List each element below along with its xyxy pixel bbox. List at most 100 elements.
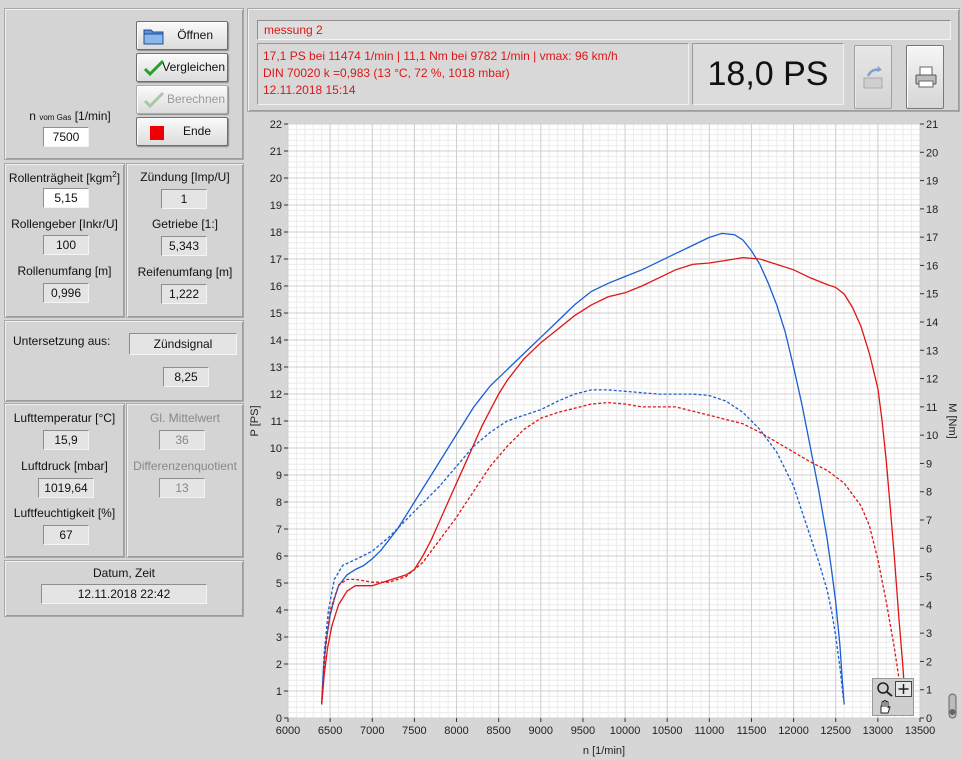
x-tick-label: 12000 <box>778 725 809 737</box>
y-tick-label: 19 <box>270 200 282 212</box>
open-button[interactable]: Öffnen <box>136 21 228 50</box>
diff-value: 13 <box>159 478 205 498</box>
dyno-chart: 6000 6500 7000 7500 8000 8500 9000 9500 10000 105… <box>246 112 962 760</box>
printer-icon <box>914 64 938 93</box>
gear-label: Getriebe [1:] <box>151 217 219 231</box>
x-tick-label: 12500 <box>820 725 851 737</box>
encoder-label: Rollengeber [Inkr/U] <box>11 217 118 231</box>
reduction-source-select[interactable]: Zündsignal <box>129 333 237 355</box>
y-tick-label: 10 <box>270 443 282 455</box>
graph-palette <box>872 678 914 716</box>
y2-tick-label: 19 <box>926 176 938 188</box>
y2-tick-label: 4 <box>926 600 932 612</box>
y2-tick-label: 7 <box>926 515 932 527</box>
y-axis-label: P [PS] <box>249 406 261 437</box>
y2-tick-label: 8 <box>926 487 932 499</box>
checkmark-icon <box>143 90 165 120</box>
y-tick-label: 0 <box>276 713 282 725</box>
power-display: 18,0 PS <box>692 43 844 105</box>
n-label: n vom Gas [1/min] <box>29 109 111 123</box>
y-tick-label: 8 <box>276 497 282 509</box>
y2-tick-label: 0 <box>926 713 932 725</box>
y-tick-label: 21 <box>270 146 282 158</box>
compare-button[interactable]: Vergleichen <box>136 53 228 82</box>
export-button[interactable] <box>854 45 892 109</box>
hand-icon[interactable] <box>876 699 894 715</box>
y2-tick-label: 12 <box>926 374 938 386</box>
y-tick-label: 12 <box>270 389 282 401</box>
y-tick-label: 11 <box>271 416 282 428</box>
measurement-header: messung 2 17,1 PS bei 11474 1/min | 11,1… <box>247 8 960 112</box>
y-tick-label: 2 <box>276 659 282 671</box>
control-panel: n vom Gas [1/min] 7500 Öffnen Vergleiche… <box>4 8 244 160</box>
datetime-label: Datum, Zeit <box>92 566 155 580</box>
y2-tick-label: 18 <box>926 204 938 216</box>
calculate-button[interactable]: Berechnen <box>136 85 228 114</box>
x-tick-label: 13500 <box>905 725 936 737</box>
circumference-label: Rollenumfang [m] <box>17 264 112 278</box>
pressure-label: Luftdruck [mbar] <box>21 459 108 473</box>
x-tick-label: 8500 <box>486 725 510 737</box>
y2-tick-label: 6 <box>926 543 932 555</box>
y2-tick-label: 14 <box>926 317 938 329</box>
measurement-line1: 17,1 PS bei 11474 1/min | 11,1 Nm bei 97… <box>263 49 618 63</box>
roller-panel: Rollenträgheit [kgm2] 5,15 Rollengeber [… <box>4 163 125 318</box>
x-axis-label: n [1/min] <box>583 745 625 757</box>
y-tick-label: 13 <box>270 362 282 374</box>
datetime-value: 12.11.2018 22:42 <box>41 584 207 604</box>
x-tick-label: 11500 <box>737 725 767 737</box>
print-button[interactable] <box>906 45 944 109</box>
y2-tick-label: 20 <box>926 147 938 159</box>
checkmark-icon <box>143 58 165 88</box>
reduction-value: 8,25 <box>163 367 209 387</box>
measurement-line3: 12.11.2018 15:14 <box>263 83 356 97</box>
y2-tick-label: 15 <box>926 289 938 301</box>
diff-label: Differenzenquotient <box>133 459 237 473</box>
x-tick-label: 7000 <box>360 725 384 737</box>
reduction-label: Untersetzung aus: <box>13 334 111 348</box>
y-tick-label: 6 <box>276 551 282 563</box>
x-tick-label: 10500 <box>652 725 683 737</box>
y-tick-label: 20 <box>270 173 282 185</box>
x-tick-label: 9000 <box>529 725 553 737</box>
avg-value: 36 <box>159 430 205 450</box>
crosshair-icon[interactable] <box>895 681 912 697</box>
y-tick-label: 5 <box>276 578 282 590</box>
y-tick-label: 22 <box>270 119 282 131</box>
y-tick-label: 18 <box>270 227 282 239</box>
inertia-input[interactable]: 5,15 <box>43 188 89 208</box>
engine-panel: Zündung [Imp/U] 1 Getriebe [1:] 5,343 Re… <box>126 163 244 318</box>
y-tick-label: 9 <box>276 470 282 482</box>
tire-value: 1,222 <box>161 284 207 304</box>
y2-axis-label: M [Nm] <box>946 403 958 438</box>
y2-tick-label: 3 <box>926 628 932 640</box>
y2-tick-label: 17 <box>926 232 938 244</box>
n-input[interactable]: 7500 <box>43 127 89 147</box>
y2-tick-label: 1 <box>926 685 932 697</box>
x-tick-label: 13000 <box>863 725 894 737</box>
y-tick-label: 3 <box>276 632 282 644</box>
y-tick-label: 1 <box>276 686 282 698</box>
y2-tick-label: 13 <box>926 345 938 357</box>
ignition-label: Zündung [Imp/U] <box>140 170 230 184</box>
zoom-icon[interactable] <box>876 681 894 697</box>
x-tick-label: 7500 <box>402 725 426 737</box>
red-square-icon <box>149 124 165 151</box>
filter-panel: Gl. Mittelwert 36 Differenzenquotient 13 <box>126 403 244 558</box>
scroll-knob[interactable] <box>946 692 958 722</box>
inertia-label: Rollenträgheit [kgm2] <box>8 170 121 185</box>
encoder-value: 100 <box>43 235 89 255</box>
measurement-line2: DIN 70020 k =0,983 (13 °C, 72 %, 1018 mb… <box>263 66 510 80</box>
measurement-name: messung 2 <box>257 20 951 40</box>
y-tick-label: 14 <box>270 335 282 347</box>
temp-label: Lufttemperatur [°C] <box>13 411 116 425</box>
y2-tick-label: 11 <box>926 402 937 414</box>
y2-tick-label: 9 <box>926 458 932 470</box>
y2-tick-label: 10 <box>926 430 938 442</box>
y2-tick-label: 21 <box>926 119 938 131</box>
end-button[interactable]: Ende <box>136 117 228 146</box>
dyno-chart-svg: 6000 6500 7000 7500 8000 8500 9000 9500 10000 105… <box>249 119 958 757</box>
avg-label: Gl. Mittelwert <box>149 411 220 425</box>
measurement-info: 17,1 PS bei 11474 1/min | 11,1 Nm bei 97… <box>257 43 689 105</box>
x-tick-label: 9500 <box>571 725 595 737</box>
